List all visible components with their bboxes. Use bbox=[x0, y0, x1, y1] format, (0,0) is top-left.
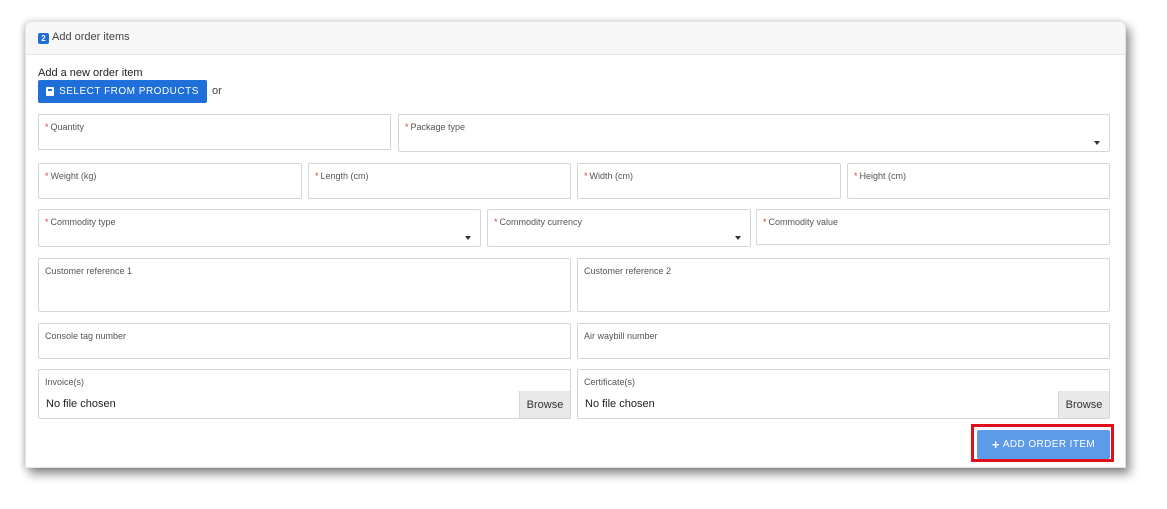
add-new-item-label: Add a new order item bbox=[38, 67, 143, 79]
chevron-down-icon bbox=[1094, 141, 1100, 145]
select-from-products-label: SELECT FROM PRODUCTS bbox=[59, 86, 199, 97]
weight-label: * Weight (kg) bbox=[45, 171, 97, 181]
or-text: or bbox=[212, 85, 222, 97]
certificates-file-input[interactable]: Certificate(s) No file chosen Browse bbox=[577, 369, 1110, 419]
product-icon bbox=[46, 87, 55, 96]
console-tag-number-field[interactable]: Console tag number bbox=[38, 323, 571, 359]
width-field[interactable]: * Width (cm) bbox=[577, 163, 841, 199]
commodity-type-select[interactable]: * Commodity type bbox=[38, 209, 481, 247]
customer-reference-1-field[interactable]: Customer reference 1 bbox=[38, 258, 571, 312]
customer-reference-1-label: Customer reference 1 bbox=[45, 266, 133, 276]
invoices-browse-button[interactable]: Browse bbox=[519, 391, 570, 418]
certificates-browse-button[interactable]: Browse bbox=[1058, 391, 1109, 418]
commodity-currency-label: * Commodity currency bbox=[494, 217, 583, 227]
customer-reference-2-label: Customer reference 2 bbox=[584, 266, 672, 276]
length-field[interactable]: * Length (cm) bbox=[308, 163, 571, 199]
card-header: 2 Add order items bbox=[26, 22, 1125, 55]
invoices-file-status: No file chosen bbox=[46, 398, 116, 410]
step-number-badge: 2 bbox=[38, 33, 49, 44]
air-waybill-number-field[interactable]: Air waybill number bbox=[577, 323, 1110, 359]
section-title: Add order items bbox=[52, 31, 130, 43]
invoices-label: Invoice(s) bbox=[45, 377, 85, 387]
commodity-value-field[interactable]: * Commodity value bbox=[756, 209, 1110, 245]
highlight-box bbox=[971, 424, 1114, 462]
console-tag-number-label: Console tag number bbox=[45, 331, 127, 341]
certificates-label: Certificate(s) bbox=[584, 377, 636, 387]
chevron-down-icon bbox=[465, 236, 471, 240]
commodity-type-label: * Commodity type bbox=[45, 217, 116, 227]
commodity-value-label: * Commodity value bbox=[763, 217, 839, 227]
select-from-products-button[interactable]: SELECT FROM PRODUCTS bbox=[38, 80, 207, 103]
package-type-select[interactable]: * Package type bbox=[398, 114, 1110, 152]
order-items-card: 2 Add order items Add a new order item S… bbox=[25, 21, 1126, 468]
customer-reference-2-field[interactable]: Customer reference 2 bbox=[577, 258, 1110, 312]
quantity-label: * Quantity bbox=[45, 122, 85, 132]
height-label: * Height (cm) bbox=[854, 171, 907, 181]
package-type-label: * Package type bbox=[405, 122, 466, 132]
air-waybill-number-label: Air waybill number bbox=[584, 331, 658, 341]
quantity-field[interactable]: * Quantity bbox=[38, 114, 391, 150]
length-label: * Length (cm) bbox=[315, 171, 369, 181]
commodity-currency-select[interactable]: * Commodity currency bbox=[487, 209, 751, 247]
width-label: * Width (cm) bbox=[584, 171, 634, 181]
chevron-down-icon bbox=[735, 236, 741, 240]
invoices-file-input[interactable]: Invoice(s) No file chosen Browse bbox=[38, 369, 571, 419]
certificates-file-status: No file chosen bbox=[585, 398, 655, 410]
height-field[interactable]: * Height (cm) bbox=[847, 163, 1110, 199]
weight-field[interactable]: * Weight (kg) bbox=[38, 163, 302, 199]
